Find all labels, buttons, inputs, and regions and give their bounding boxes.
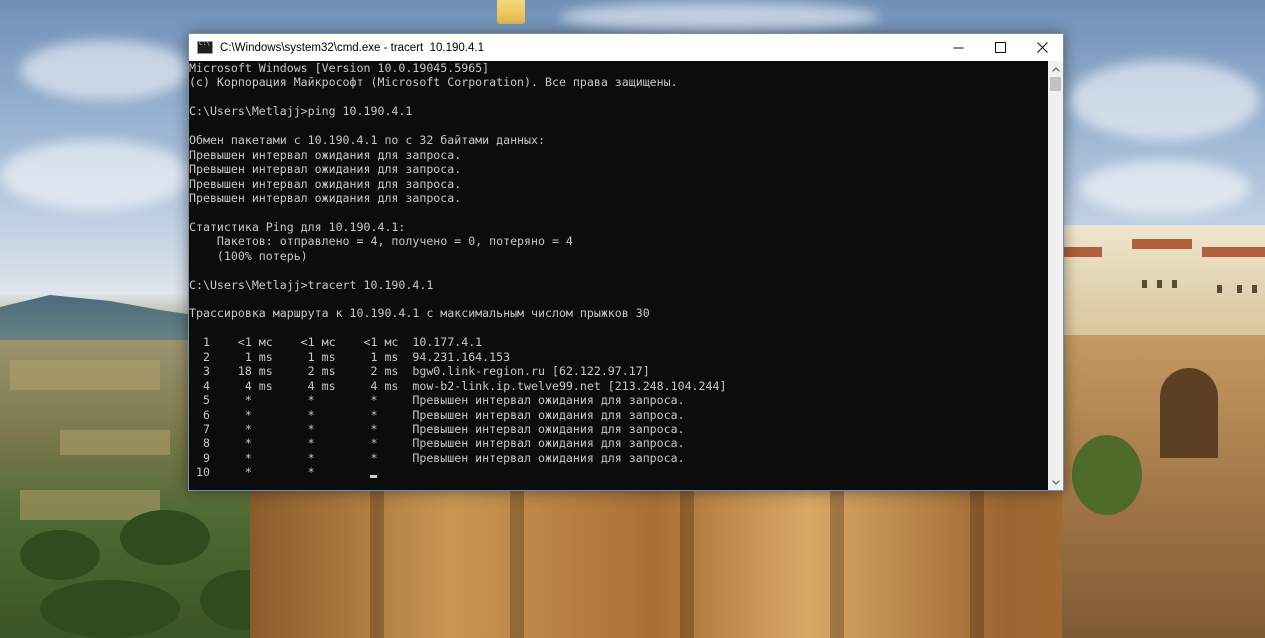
console-line: 7 * * * Превышен интервал ожидания для з… [189,421,685,436]
console-line: Превышен интервал ожидания для запроса. [189,162,462,177]
scroll-thumb[interactable] [1050,77,1061,91]
console-line: 8 * * * Превышен интервал ожидания для з… [189,436,685,451]
wallpaper-trees [120,510,210,565]
window-controls [937,34,1063,61]
wallpaper-bush [1072,435,1142,515]
chevron-up-icon [1051,66,1060,72]
wallpaper-cloud [0,140,190,210]
vertical-scrollbar[interactable] [1048,61,1063,490]
console-line: Превышен интервал ожидания для запроса. [189,190,462,205]
console-line: 1 <1 мс <1 мс <1 мс 10.177.4.1 [189,335,483,350]
title-bar[interactable]: C:\Windows\system32\cmd.exe - tracert 10… [189,34,1063,61]
console-line: 6 * * * Превышен интервал ожидания для з… [189,407,685,422]
wallpaper-cloud [1080,160,1250,215]
town-window [1142,280,1147,288]
town-window [1252,285,1257,293]
console-line: C:\Users\Metlajj>tracert 10.190.4.1 [189,277,434,292]
console-line: (c) Корпорация Майкрософт (Microsoft Cor… [189,75,678,90]
current-line-text: 10 * * [189,465,371,480]
console-line: 2 1 ms 1 ms 1 ms 94.231.164.153 [189,349,511,364]
console-line: Превышен интервал ожидания для запроса. [189,176,462,191]
console-line: Превышен интервал ожидания для запроса. [189,147,462,162]
wallpaper-cloud [1070,60,1260,140]
town-window [1237,285,1242,293]
console-line: Microsoft Windows [Version 10.0.19045.59… [189,61,490,75]
chevron-down-icon [1051,479,1060,485]
window-title: C:\Windows\system32\cmd.exe - tracert 10… [220,41,484,54]
console-line-current: 10 * * [189,465,1048,479]
console-line: (100% потерь) [189,248,308,263]
wallpaper-trees [20,530,100,580]
town-roof [1062,247,1102,257]
wallpaper-field [10,360,160,390]
town-roof [1202,247,1265,257]
console-line: Пакетов: отправлено = 4, получено = 0, п… [189,234,573,249]
console-line: C:\Users\Metlajj>ping 10.190.4.1 [189,104,413,119]
wallpaper-bridge [1062,335,1265,638]
console-line: 5 * * * Превышен интервал ожидания для з… [189,393,685,408]
maximize-button[interactable] [979,34,1021,61]
cmd-icon[interactable] [197,40,213,54]
console-line: Обмен пакетами с 10.190.4.1 по с 32 байт… [189,133,545,148]
wallpaper-field [60,430,170,455]
town-window [1217,285,1222,293]
town-roof [1132,239,1192,249]
bridge-arch [1160,368,1218,458]
console-line: 4 4 ms 4 ms 4 ms mow-b2-link.ip.twelve99… [189,378,727,393]
town-window [1172,280,1177,288]
scroll-down-button[interactable] [1048,475,1063,489]
console-line: Статистика Ping для 10.190.4.1: [189,219,406,234]
close-icon [1036,42,1048,53]
text-cursor [370,475,378,479]
close-button[interactable] [1021,34,1063,61]
console-line: Трассировка маршрута к 10.190.4.1 с макс… [189,306,650,321]
wallpaper-cloud [560,2,880,32]
town-window [1157,280,1162,288]
wallpaper-trees [40,580,180,638]
minimize-button[interactable] [937,34,979,61]
console-output[interactable]: Microsoft Windows [Version 10.0.19045.59… [189,61,1048,490]
maximize-icon [994,42,1006,53]
minimize-icon [953,47,963,49]
console-line: 9 * * * Превышен интервал ожидания для з… [189,450,685,465]
console-line: 3 18 ms 2 ms 2 ms bgw0.link-region.ru [6… [189,364,650,379]
scroll-up-button[interactable] [1048,62,1063,76]
wallpaper-cloud [20,40,190,100]
wallpaper-town [1062,225,1265,335]
folder-icon[interactable] [497,0,525,24]
cmd-window[interactable]: C:\Windows\system32\cmd.exe - tracert 10… [188,33,1064,491]
